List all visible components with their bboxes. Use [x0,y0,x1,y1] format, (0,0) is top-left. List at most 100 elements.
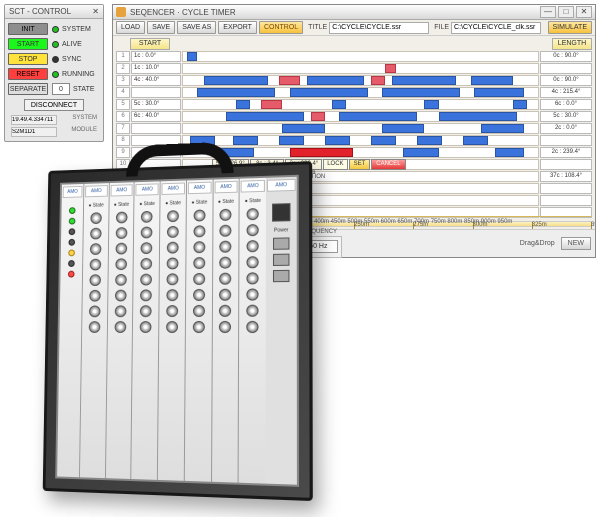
module-field[interactable] [11,127,57,137]
load-button[interactable]: LOAD [116,21,145,34]
segment[interactable] [417,136,442,145]
close-icon[interactable]: ✕ [576,6,592,18]
row-length-cell[interactable]: 5c : 30.0° [540,111,592,122]
row-length-cell[interactable]: 6c : 0.0° [540,99,592,110]
row-length-cell[interactable] [540,159,592,170]
row-length-cell[interactable]: 0c : 90.0° [540,51,592,62]
track-row[interactable]: 44c : 215.4° [116,87,592,98]
segment[interactable] [204,76,268,85]
segment[interactable] [226,112,304,121]
row-length-cell[interactable] [540,183,592,194]
simulate-button[interactable]: SIMULATE [548,21,593,34]
segment[interactable] [197,88,275,97]
sequencer-titlebar[interactable]: SEQENCER · CYCLE TIMER — □ ✕ [113,5,595,20]
control-button[interactable]: CONTROL [259,21,303,34]
file-input[interactable] [451,22,541,34]
row-name-cell[interactable] [131,123,181,134]
segment[interactable] [403,148,439,157]
cancel-button[interactable]: CANCEL [371,159,405,170]
row-lane[interactable] [182,99,539,110]
set-button[interactable]: SET [349,159,371,170]
row-length-cell[interactable]: 0c : 90.0° [540,75,592,86]
segment[interactable] [279,136,304,145]
minimize-icon[interactable]: — [540,6,556,18]
segment[interactable] [371,136,396,145]
bnc-connector-icon [167,226,179,238]
segment[interactable] [332,100,346,109]
ip-field[interactable] [11,115,57,125]
row-lane[interactable] [182,63,539,74]
row-lane[interactable] [182,51,539,62]
length-header[interactable]: LENGTH [552,38,592,50]
segment[interactable] [282,124,325,133]
segment[interactable] [471,76,514,85]
row-name-cell[interactable]: 4c : 40.0° [131,75,181,86]
row-lane[interactable] [182,135,539,146]
disconnect-button[interactable]: DISCONNECT [24,99,84,111]
segment[interactable] [233,136,258,145]
row-lane[interactable] [182,123,539,134]
segment[interactable] [236,100,250,109]
row-length-cell[interactable]: 4c : 215.4° [540,87,592,98]
separate-button[interactable]: SEPARATE [8,83,48,95]
row-name-cell[interactable]: 5c : 30.0° [131,99,181,110]
row-name-cell[interactable]: 6c : 40.0° [131,111,181,122]
row-length-cell[interactable]: 2c : 0.0° [540,123,592,134]
new-button[interactable]: NEW [561,237,591,250]
segment[interactable] [392,76,456,85]
segment[interactable] [382,124,425,133]
maximize-icon[interactable]: □ [558,6,574,18]
segment[interactable] [463,136,488,145]
track-row[interactable]: 21c : 10.0° [116,63,592,74]
init-button[interactable]: INIT [8,23,48,35]
row-name-cell[interactable]: 1c : 0.0° [131,51,181,62]
track-row[interactable]: 66c : 40.0°5c : 30.0° [116,111,592,122]
segment[interactable] [382,88,460,97]
track-row[interactable]: 34c : 40.0°0c : 90.0° [116,75,592,86]
stop-button[interactable]: STOP [8,53,48,65]
lock-toggle[interactable]: LOCK [323,159,347,170]
bnc-connector-icon [220,225,232,237]
row-length-cell[interactable]: 2c : 239.4° [540,147,592,158]
saveas-button[interactable]: SAVE AS [177,21,216,34]
segment[interactable] [307,76,364,85]
segment[interactable] [290,148,354,157]
track-row[interactable]: 55c : 30.0°6c : 0.0° [116,99,592,110]
segment[interactable] [290,88,368,97]
row-length-cell[interactable] [540,195,592,206]
segment[interactable] [439,112,517,121]
row-lane[interactable] [182,87,539,98]
segment[interactable] [325,136,350,145]
export-button[interactable]: EXPORT [218,21,257,34]
row-name-cell[interactable] [131,87,181,98]
close-icon[interactable]: ✕ [92,5,99,18]
row-lane[interactable] [182,75,539,86]
track-row[interactable]: 72c : 0.0° [116,123,592,134]
row-length-cell[interactable]: 37c : 108.4° [540,171,592,182]
segment[interactable] [385,64,396,73]
title-input[interactable] [329,22,429,34]
segment[interactable] [279,76,300,85]
row-length-cell[interactable] [540,135,592,146]
row-name-cell[interactable]: 1c : 10.0° [131,63,181,74]
segment[interactable] [474,88,524,97]
save-button[interactable]: SAVE [147,21,175,34]
segment[interactable] [311,112,325,121]
segment[interactable] [371,76,385,85]
start-button[interactable]: START [8,38,48,50]
segment[interactable] [187,52,198,61]
segment[interactable] [481,124,524,133]
row-lane[interactable] [182,147,539,158]
segment[interactable] [424,100,438,109]
segment[interactable] [513,100,527,109]
track-row[interactable]: 11c : 0.0°0c : 90.0° [116,51,592,62]
segment[interactable] [495,148,523,157]
segment[interactable] [261,100,282,109]
segment[interactable] [339,112,417,121]
row-length-cell[interactable] [540,63,592,74]
power-button[interactable] [272,203,290,222]
sct-titlebar[interactable]: SCT - CONTROL ✕ [5,5,103,19]
start-header[interactable]: START [130,38,170,50]
reset-button[interactable]: RESET [8,68,48,80]
row-lane[interactable] [182,111,539,122]
